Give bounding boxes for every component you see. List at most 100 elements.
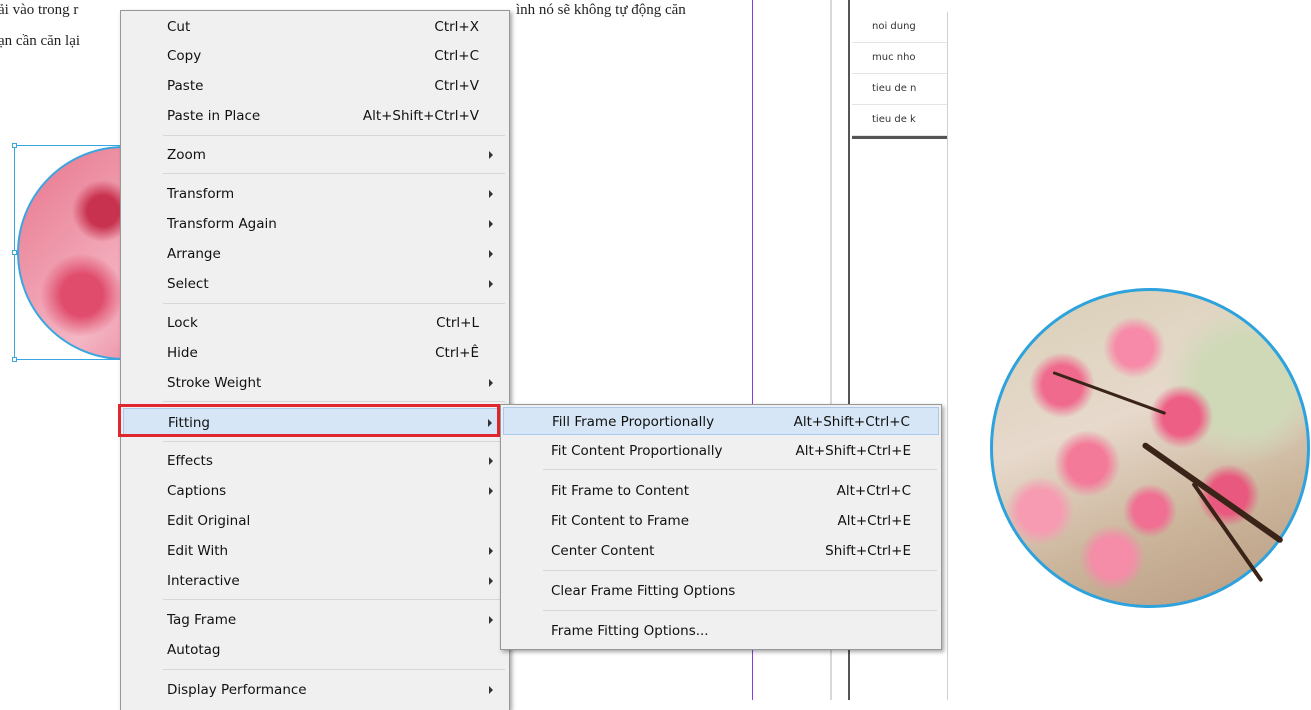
fitting-callout-outline <box>118 404 500 437</box>
menu-item-label: Interactive <box>167 573 240 589</box>
fitting-submenu: Fill Frame Proportionally Alt+Shift+Ctrl… <box>500 404 942 650</box>
submenu-arrow-icon <box>489 457 493 465</box>
menu-item-label: Effects <box>167 453 213 469</box>
menu-item-copy[interactable]: Copy Ctrl+C <box>123 42 507 70</box>
menu-item-interactive[interactable]: Interactive <box>123 567 507 595</box>
menu-item-autotag[interactable]: Autotag <box>123 636 507 664</box>
submenu-arrow-icon <box>489 577 493 585</box>
menu-separator <box>543 469 937 470</box>
menu-item-label: Edit With <box>167 543 229 559</box>
menu-item-shortcut: Alt+Ctrl+C <box>836 483 911 499</box>
submenu-arrow-icon <box>489 280 493 288</box>
submenu-arrow-icon <box>489 250 493 258</box>
menu-item-label: Paste in Place <box>167 108 261 124</box>
submenu-arrow-icon <box>489 190 493 198</box>
style-item[interactable]: muc nho <box>852 43 947 74</box>
menu-item-stroke-weight[interactable]: Stroke Weight <box>123 369 507 397</box>
submenu-arrow-icon <box>489 547 493 555</box>
submenu-arrow-icon <box>489 220 493 228</box>
document-text-line: ình nó sẽ không tự động căn <box>516 2 686 18</box>
menu-item-label: Center Content <box>551 543 655 559</box>
menu-item-label: Zoom <box>167 147 206 163</box>
branch-shape <box>1052 371 1167 415</box>
menu-item-center-content[interactable]: Center Content Shift+Ctrl+E <box>503 537 939 565</box>
menu-separator <box>163 303 505 304</box>
menu-item-label: Captions <box>167 483 227 499</box>
submenu-arrow-icon <box>489 487 493 495</box>
menu-item-shortcut: Ctrl+X <box>434 19 479 35</box>
menu-item-fit-content-to-frame[interactable]: Fit Content to Frame Alt+Ctrl+E <box>503 507 939 535</box>
submenu-arrow-icon <box>489 151 493 159</box>
menu-item-label: Select <box>167 276 209 292</box>
menu-item-fill-frame-proportionally[interactable]: Fill Frame Proportionally Alt+Shift+Ctrl… <box>503 407 939 435</box>
style-item[interactable]: noi dung <box>852 12 947 43</box>
menu-item-clear-frame-fitting-options[interactable]: Clear Frame Fitting Options <box>503 577 939 605</box>
menu-item-effects[interactable]: Effects <box>123 447 507 475</box>
menu-item-paste[interactable]: Paste Ctrl+V <box>123 72 507 100</box>
menu-item-label: Copy <box>167 48 202 64</box>
branch-shape <box>1141 441 1284 544</box>
menu-item-label: Tag Frame <box>167 612 237 628</box>
menu-item-select[interactable]: Select <box>123 270 507 298</box>
menu-item-fit-content-proportionally[interactable]: Fit Content Proportionally Alt+Shift+Ctr… <box>503 437 939 465</box>
menu-item-arrange[interactable]: Arrange <box>123 240 507 268</box>
menu-item-fit-frame-to-content[interactable]: Fit Frame to Content Alt+Ctrl+C <box>503 477 939 505</box>
menu-item-edit-original[interactable]: Edit Original <box>123 507 507 535</box>
menu-item-label: Autotag <box>167 642 221 658</box>
selection-handle[interactable] <box>12 250 17 255</box>
menu-item-paste-in-place[interactable]: Paste in Place Alt+Shift+Ctrl+V <box>123 102 507 130</box>
menu-separator <box>543 610 937 611</box>
style-item[interactable]: tieu de n <box>852 74 947 105</box>
selection-frame[interactable] <box>12 143 124 362</box>
menu-item-transform-again[interactable]: Transform Again <box>123 210 507 238</box>
menu-item-label: Fit Content to Frame <box>551 513 690 529</box>
submenu-arrow-icon <box>489 616 493 624</box>
menu-item-label: Hide <box>167 345 198 361</box>
menu-item-label: Cut <box>167 19 191 35</box>
menu-item-captions[interactable]: Captions <box>123 477 507 505</box>
menu-item-hide[interactable]: Hide Ctrl+Ê <box>123 339 507 367</box>
menu-item-label: Fill Frame Proportionally <box>552 414 715 430</box>
menu-item-shortcut: Ctrl+Ê <box>435 345 479 361</box>
menu-item-shortcut: Alt+Shift+Ctrl+E <box>795 443 911 459</box>
menu-item-shortcut: Ctrl+L <box>436 315 479 331</box>
menu-item-label: Paste <box>167 78 204 94</box>
menu-separator <box>163 599 505 600</box>
selection-handle[interactable] <box>12 357 17 362</box>
menu-item-label: Fit Content Proportionally <box>551 443 723 459</box>
document-text-line: ạn cần căn lại <box>0 33 81 49</box>
submenu-arrow-icon <box>489 379 493 387</box>
context-menu: Cut Ctrl+X Copy Ctrl+C Paste Ctrl+V Past… <box>120 10 510 710</box>
selection-handle[interactable] <box>12 143 17 148</box>
menu-item-label: Clear Frame Fitting Options <box>551 583 736 599</box>
menu-separator <box>163 669 505 670</box>
menu-item-cut[interactable]: Cut Ctrl+X <box>123 13 507 41</box>
menu-item-lock[interactable]: Lock Ctrl+L <box>123 309 507 337</box>
menu-separator <box>163 401 505 402</box>
menu-separator <box>543 570 937 571</box>
result-circle-image <box>990 288 1310 608</box>
menu-item-label: Arrange <box>167 246 221 262</box>
menu-separator <box>163 173 505 174</box>
menu-item-label: Lock <box>167 315 198 331</box>
menu-item-tag-frame[interactable]: Tag Frame <box>123 606 507 634</box>
menu-separator <box>163 441 505 442</box>
menu-item-zoom[interactable]: Zoom <box>123 141 507 169</box>
menu-item-label: Fit Frame to Content <box>551 483 690 499</box>
menu-item-label: Display Performance <box>167 682 307 698</box>
menu-item-label: Frame Fitting Options... <box>551 623 709 639</box>
menu-item-shortcut: Ctrl+C <box>434 48 479 64</box>
branch-shape <box>1191 481 1264 583</box>
menu-item-label: Transform <box>167 186 235 202</box>
menu-item-edit-with[interactable]: Edit With <box>123 537 507 565</box>
submenu-arrow-icon <box>489 686 493 694</box>
menu-item-label: Transform Again <box>167 216 277 232</box>
menu-item-shortcut: Alt+Ctrl+E <box>837 513 911 529</box>
menu-item-label: Edit Original <box>167 513 251 529</box>
menu-separator <box>163 135 505 136</box>
menu-item-shortcut: Shift+Ctrl+E <box>825 543 911 559</box>
style-item[interactable]: tieu de k <box>852 105 947 136</box>
document-text-line: ải vào trong r <box>0 2 79 18</box>
menu-item-frame-fitting-options[interactable]: Frame Fitting Options... <box>503 617 939 645</box>
menu-item-transform[interactable]: Transform <box>123 180 507 208</box>
